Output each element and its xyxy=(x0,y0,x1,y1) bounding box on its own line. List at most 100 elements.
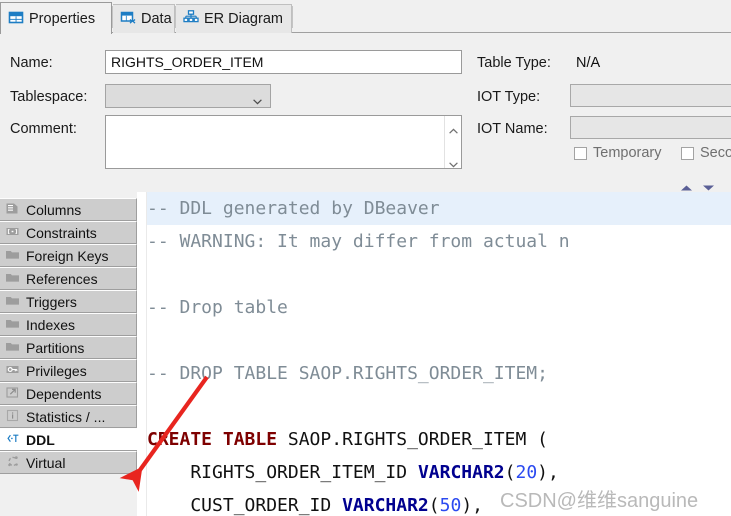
code-token: ( xyxy=(504,462,516,483)
code-token: VARCHAR2 xyxy=(342,495,429,516)
name-input[interactable] xyxy=(105,50,462,74)
editor-tab-bar: Properties Data ER Diagram xyxy=(0,0,731,34)
tablespace-combo[interactable] xyxy=(105,84,271,108)
code-token: VARCHAR2 xyxy=(417,462,505,483)
sidebar-item-triggers[interactable]: Triggers xyxy=(0,290,137,313)
sidebar-item-foreign-keys[interactable]: Foreign Keys xyxy=(0,244,137,267)
code-token: CREATE TABLE xyxy=(147,429,278,450)
sidebar-item-label: Privileges xyxy=(26,362,87,379)
code-token: -- Drop table xyxy=(147,297,288,318)
secondary-label: Secondary xyxy=(700,145,731,161)
sidebar-item-indexes[interactable]: Indexes xyxy=(0,313,137,336)
scroll-up-icon[interactable] xyxy=(449,122,458,134)
folder-icon xyxy=(5,339,20,357)
code-line[interactable]: CREATE TABLE SAOP.RIGHTS_ORDER_ITEM ( xyxy=(147,423,731,456)
temporary-checkbox[interactable] xyxy=(574,146,587,160)
sidebar-item-dependents[interactable]: Dependents xyxy=(0,382,137,405)
code-token: ( xyxy=(428,495,440,516)
iot-name-label: IOT Name: xyxy=(477,121,548,137)
folder-icon xyxy=(5,270,20,288)
sidebar-item-label: References xyxy=(26,270,98,287)
comment-scrollbar[interactable] xyxy=(444,116,461,168)
code-token: -- DROP TABLE SAOP.RIGHTS_ORDER_ITEM; xyxy=(147,363,548,384)
info-icon xyxy=(5,408,20,426)
iot-name-input[interactable] xyxy=(570,116,731,139)
code-line[interactable]: -- DROP TABLE SAOP.RIGHTS_ORDER_ITEM; xyxy=(147,357,731,390)
sidebar-item-label: DDL xyxy=(26,431,55,448)
code-token: SAOP.RIGHTS_ORDER_ITEM ( xyxy=(277,429,548,450)
sidebar-item-statistics[interactable]: Statistics / ... xyxy=(0,405,137,428)
code-token: 20 xyxy=(515,462,538,483)
data-grid-icon xyxy=(120,9,136,29)
secondary-checkbox-row[interactable]: Secondary xyxy=(681,145,731,161)
iot-type-input[interactable] xyxy=(570,84,731,107)
sidebar-item-label: Indexes xyxy=(26,316,76,333)
iot-type-label: IOT Type: xyxy=(477,89,541,105)
comment-label: Comment: xyxy=(10,121,77,137)
folder-icon xyxy=(5,247,20,265)
editor-fold-ruler xyxy=(137,192,147,516)
tab-properties-label: Properties xyxy=(29,10,96,27)
sidebar-item-constraints[interactable]: Constraints xyxy=(0,221,137,244)
sidebar-item-references[interactable]: References xyxy=(0,267,137,290)
sidebar-item-partitions[interactable]: Partitions xyxy=(0,336,137,359)
tab-data[interactable]: Data xyxy=(113,4,175,33)
sidebar-item-label: Statistics / ... xyxy=(26,408,106,425)
sidebar-item-label: Columns xyxy=(26,201,82,218)
code-token: 50 xyxy=(439,495,462,516)
tablespace-label: Tablespace: xyxy=(10,89,88,105)
comment-textarea[interactable] xyxy=(105,115,462,169)
key-icon xyxy=(5,362,20,380)
code-token: ), xyxy=(537,462,559,483)
tab-er-diagram-label: ER Diagram xyxy=(204,11,283,27)
chevron-down-icon xyxy=(253,93,262,105)
object-section-tabs: Columns Constraints Foreign Keys Referen… xyxy=(0,174,137,516)
editor-toolbar-strip xyxy=(137,174,731,192)
sidebar-item-label: Foreign Keys xyxy=(26,247,109,264)
sidebar-item-label: Dependents xyxy=(26,385,102,402)
constraints-icon xyxy=(5,224,20,242)
name-label: Name: xyxy=(10,55,53,71)
table-properties-form: Name: Tablespace: Comment: Table Type: N… xyxy=(0,33,731,174)
sidebar-item-ddl[interactable]: DDL xyxy=(0,428,137,451)
ddl-text-icon xyxy=(5,431,20,449)
code-line[interactable] xyxy=(147,390,731,423)
ddl-code-editor[interactable]: -- DDL generated by DBeaver -- WARNING: I… xyxy=(137,174,731,516)
code-token: CUST_ORDER_ID xyxy=(147,495,343,516)
tab-properties[interactable]: Properties xyxy=(0,2,112,34)
sidebar-item-label: Triggers xyxy=(26,293,77,310)
sidebar-item-privileges[interactable]: Privileges xyxy=(0,359,137,382)
virtual-icon xyxy=(5,454,20,472)
folder-icon xyxy=(5,293,20,311)
table-properties-icon xyxy=(8,9,24,29)
code-line[interactable]: -- Drop table xyxy=(147,291,731,324)
code-token: -- WARNING: It may differ from actual n xyxy=(147,231,570,252)
temporary-label: Temporary xyxy=(593,145,662,161)
tab-data-label: Data xyxy=(141,11,172,27)
external-link-icon xyxy=(5,385,20,403)
columns-icon xyxy=(5,201,20,219)
tab-divider-3 xyxy=(292,6,293,28)
temporary-checkbox-row[interactable]: Temporary xyxy=(574,145,662,161)
tab-er-diagram[interactable]: ER Diagram xyxy=(176,4,292,33)
scroll-down-icon[interactable] xyxy=(449,156,458,168)
watermark-text: CSDN@维维sanguine xyxy=(500,490,699,512)
folder-icon xyxy=(5,316,20,334)
table-type-value: N/A xyxy=(576,55,601,71)
code-token: ), xyxy=(461,495,483,516)
code-line[interactable] xyxy=(147,324,731,357)
sidebar-item-columns[interactable]: Columns xyxy=(0,198,137,221)
ddl-source-text[interactable]: -- DDL generated by DBeaver -- WARNING: I… xyxy=(147,192,731,516)
code-token: -- DDL generated by DBeaver xyxy=(147,198,440,219)
er-diagram-icon xyxy=(183,9,199,29)
code-token: RIGHTS_ORDER_ITEM_ID xyxy=(147,462,418,483)
dbeaver-table-editor: Properties Data ER Diagram Name: RIGHTS_… xyxy=(0,0,731,516)
sidebar-item-virtual[interactable]: Virtual xyxy=(0,451,137,474)
secondary-checkbox[interactable] xyxy=(681,146,694,160)
sidebar-item-label: Partitions xyxy=(26,339,85,356)
code-line[interactable] xyxy=(147,258,731,291)
table-type-label: Table Type: xyxy=(477,55,551,71)
code-line[interactable]: -- WARNING: It may differ from actual n xyxy=(147,225,731,258)
code-line[interactable]: -- DDL generated by DBeaver xyxy=(147,192,731,225)
sidebar-item-label: Constraints xyxy=(26,224,97,241)
